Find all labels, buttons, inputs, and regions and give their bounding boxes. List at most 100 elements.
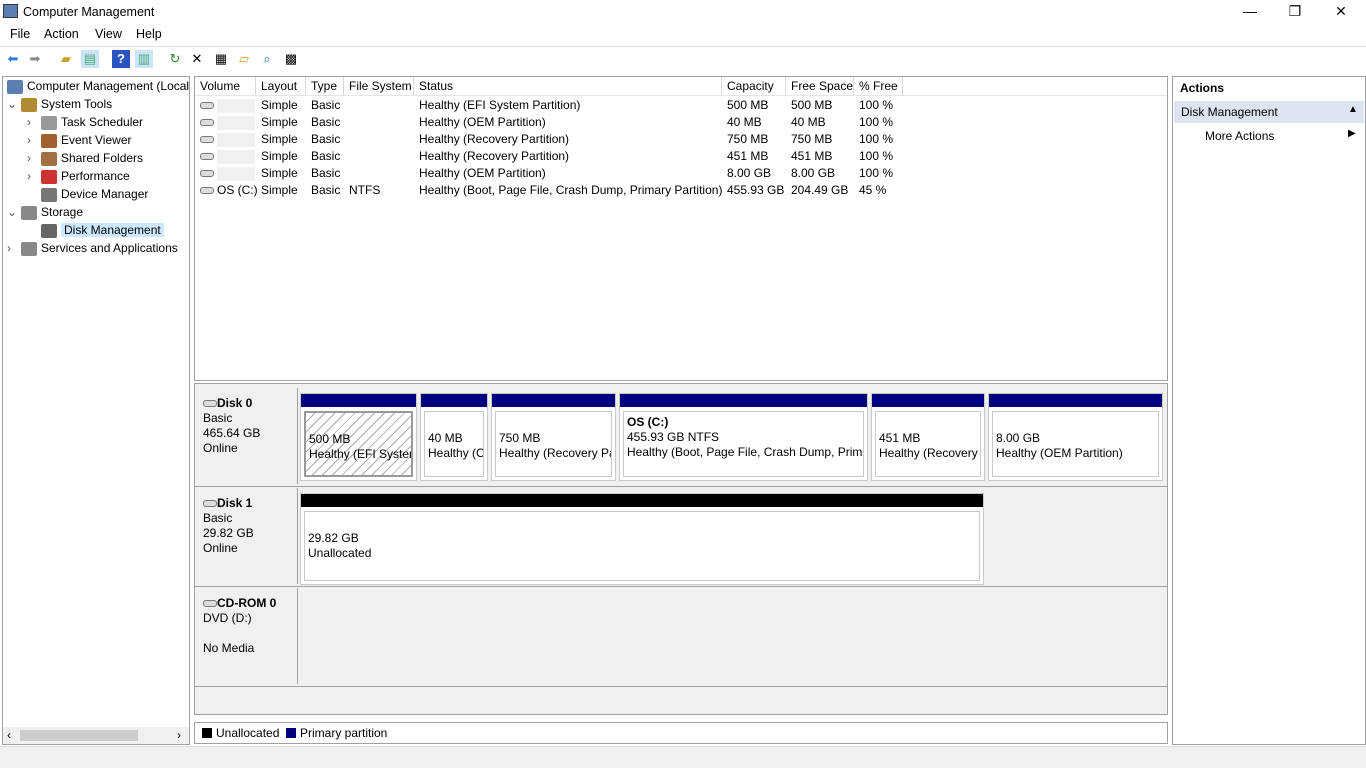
properties-icon[interactable]: ▦: [212, 50, 230, 68]
up-folder-icon[interactable]: ▰: [57, 50, 75, 68]
table-cell: Simple: [261, 166, 298, 180]
back-icon[interactable]: ⬅: [4, 50, 22, 68]
expand-chevron-icon[interactable]: ⌄: [7, 97, 21, 111]
refresh-icon[interactable]: ↻: [166, 50, 184, 68]
actions-section-disk-management[interactable]: Disk Management ▲: [1174, 101, 1364, 123]
expand-chevron-icon[interactable]: ›: [27, 115, 41, 129]
expand-chevron-icon[interactable]: ›: [27, 151, 41, 165]
column-header[interactable]: Volume: [195, 77, 256, 95]
expand-chevron-icon[interactable]: ›: [27, 133, 41, 147]
partition[interactable]: 29.82 GB Unallocated: [300, 493, 984, 585]
disk-type: Basic: [203, 511, 233, 525]
tree-item[interactable]: ⌄ System Tools: [7, 97, 112, 112]
expand-chevron-icon[interactable]: ⌄: [7, 205, 21, 219]
disk-type: Basic: [203, 411, 233, 425]
partition-status: Healthy (EFI System Partition): [309, 447, 411, 461]
disk-icon: [203, 400, 217, 408]
legend-swatch-primary: [286, 728, 296, 738]
help-icon[interactable]: ?: [112, 50, 130, 68]
partition[interactable]: 8.00 GB Healthy (OEM Partition): [988, 393, 1163, 481]
table-row[interactable]: Simple Basic Healthy (OEM Partition) 40 MB 4…: [195, 114, 1167, 131]
table-row[interactable]: OS (C:) Simple Basic NTFS Healthy (Boot, Pag…: [195, 182, 1167, 199]
disk-icon: [203, 500, 217, 508]
volume-icon: [200, 136, 214, 144]
partition-size: 8.00 GB: [996, 431, 1041, 445]
partition[interactable]: 750 MB Healthy (Recovery Partition): [491, 393, 616, 481]
table-cell: Basic: [311, 115, 341, 129]
show-hide-tree-icon[interactable]: ▤: [81, 50, 99, 68]
tree-item[interactable]: Computer Management (Local: [7, 79, 189, 94]
tree-item[interactable]: Disk Management: [27, 223, 164, 238]
tree-item[interactable]: › Task Scheduler: [27, 115, 143, 130]
partition-size: 500 MB: [309, 432, 351, 446]
column-header[interactable]: Capacity: [722, 77, 786, 95]
tree-node-icon: [41, 133, 57, 148]
tree-node-icon: [41, 115, 57, 130]
table-cell: [195, 98, 255, 113]
tree-item[interactable]: › Shared Folders: [27, 151, 143, 166]
partition[interactable]: 500 MB Healthy (EFI System Partition): [300, 393, 417, 481]
collapse-icon[interactable]: ▲: [1348, 104, 1358, 115]
close-button[interactable]: ✕: [1318, 0, 1364, 24]
tree-item[interactable]: ⌄ Storage: [7, 205, 83, 220]
scroll-right-icon[interactable]: ›: [177, 728, 181, 742]
column-header[interactable]: File System: [344, 77, 414, 95]
settings-icon[interactable]: ▩: [282, 50, 300, 68]
column-header[interactable]: Status: [414, 77, 722, 95]
scroll-thumb[interactable]: [20, 730, 138, 741]
column-header[interactable]: Free Space: [786, 77, 854, 95]
disk-status: Online: [203, 441, 238, 455]
open-icon[interactable]: ▱: [235, 50, 253, 68]
column-header[interactable]: Layout: [256, 77, 306, 95]
expand-chevron-icon[interactable]: ›: [27, 169, 41, 183]
tree-item[interactable]: › Services and Applications: [7, 241, 178, 256]
partition-size: 29.82 GB: [308, 531, 359, 545]
app-icon: [3, 4, 18, 18]
search-icon[interactable]: ⌕: [258, 50, 276, 68]
partition-size: 40 MB: [428, 431, 463, 445]
submenu-arrow-icon: ▶: [1348, 128, 1356, 139]
tree-item[interactable]: Device Manager: [27, 187, 148, 202]
tree-item-label: Performance: [61, 169, 130, 183]
table-cell: 8.00 GB: [727, 166, 772, 180]
window-title: Computer Management: [23, 5, 155, 19]
volume-name: [217, 149, 255, 164]
disk-label[interactable]: CD-ROM 0 DVD (D:) No Media: [195, 588, 298, 684]
column-header[interactable]: % Free: [854, 77, 903, 95]
partition[interactable]: 451 MB Healthy (Recovery Partition): [871, 393, 985, 481]
show-hide-action-icon[interactable]: ▥: [135, 50, 153, 68]
title-bar: Computer Management — ❐ ✕: [0, 0, 1366, 24]
partition[interactable]: OS (C:) 455.93 GB NTFS Healthy (Boot, Pa…: [619, 393, 868, 481]
table-cell: 100 %: [859, 98, 894, 112]
volume-icon: [200, 187, 214, 195]
table-row[interactable]: Simple Basic Healthy (Recovery Partition) 4…: [195, 148, 1167, 165]
tree-item[interactable]: › Performance: [27, 169, 130, 184]
delete-icon[interactable]: ✕: [188, 50, 206, 68]
horizontal-scrollbar[interactable]: ‹ ›: [3, 727, 189, 744]
column-header[interactable]: Type: [306, 77, 344, 95]
tree-node-icon: [21, 241, 37, 256]
tree-node-icon: [41, 223, 57, 238]
tree-item[interactable]: › Event Viewer: [27, 133, 131, 148]
expand-chevron-icon[interactable]: ›: [7, 241, 21, 255]
table-row[interactable]: Simple Basic Healthy (OEM Partition) 8.00 G…: [195, 165, 1167, 182]
table-cell: Basic: [311, 98, 341, 112]
menu-file[interactable]: File: [10, 27, 30, 41]
menu-view[interactable]: View: [95, 27, 122, 41]
table-row[interactable]: Simple Basic Healthy (EFI System Partition…: [195, 97, 1167, 114]
menu-help[interactable]: Help: [136, 27, 162, 41]
partition[interactable]: 40 MB Healthy (OEM Partition): [420, 393, 488, 481]
disk-status: Online: [203, 541, 238, 555]
partition-status: Healthy (Boot, Page File, Crash Dump, Pr…: [627, 445, 863, 459]
table-row[interactable]: Simple Basic Healthy (Recovery Partition) 7…: [195, 131, 1167, 148]
forward-icon[interactable]: ➡: [26, 50, 44, 68]
disk-label[interactable]: Disk 1 Basic 29.82 GB Online: [195, 488, 298, 584]
volume-name: [217, 115, 255, 130]
minimize-button[interactable]: —: [1227, 0, 1273, 24]
action-more-actions[interactable]: More Actions ▶: [1174, 127, 1364, 145]
scroll-left-icon[interactable]: ‹: [7, 728, 11, 742]
menu-action[interactable]: Action: [44, 27, 79, 41]
table-cell: 40 MB: [791, 115, 826, 129]
disk-label[interactable]: Disk 0 Basic 465.64 GB Online: [195, 388, 298, 484]
restore-button[interactable]: ❐: [1272, 0, 1318, 24]
